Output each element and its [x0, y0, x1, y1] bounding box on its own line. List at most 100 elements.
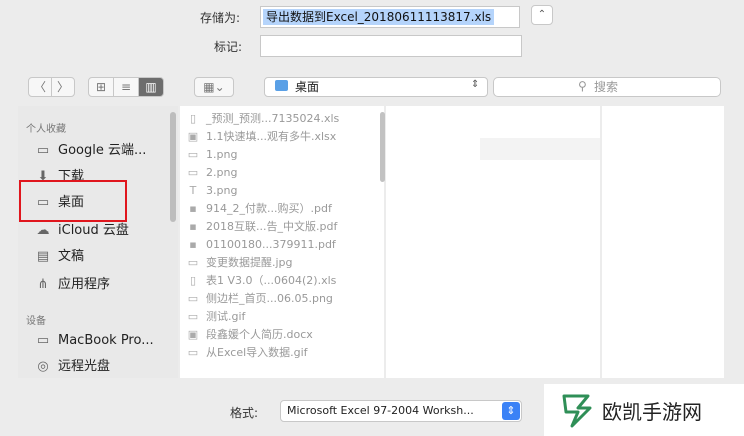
file-name: 2.png [206, 166, 238, 179]
sidebar-item-remote-disc[interactable]: ◎ 远程光盘 [34, 356, 110, 378]
documents-icon: ▤ [36, 249, 50, 264]
back-button[interactable]: 〈 [28, 77, 52, 97]
text-icon: T [189, 184, 197, 197]
list-item[interactable]: ▭ 变更数据提醒.jpg [186, 254, 293, 272]
sidebar-item-label: 文稿 [58, 249, 85, 264]
list-item[interactable]: ▭ 测试.gif [186, 308, 246, 326]
location-popup[interactable]: 桌面 ⇕ [264, 77, 488, 97]
image-icon: ▭ [187, 310, 199, 323]
list-view-button[interactable]: ≡ [113, 77, 139, 97]
filename-text: 导出数据到Excel_20180611113817.xls [263, 9, 495, 25]
laptop-icon: ▭ [36, 333, 50, 348]
image-icon: ▭ [187, 346, 199, 359]
search-input[interactable]: ⚲ 搜索 [493, 77, 721, 97]
format-label: 格式: [230, 406, 259, 420]
watermark-text: 欧凯手游网 [602, 400, 702, 424]
sidebar-item-label: MacBook Pro... [58, 333, 154, 348]
pdf-icon: ▪ [189, 202, 197, 215]
chevron-left-icon: 〈 [33, 80, 46, 94]
file-name: 1.1快速填...观有多牛.xlsx [206, 130, 337, 143]
grid-icon: ⊞ [95, 80, 107, 94]
doc-icon: ▯ [189, 274, 197, 287]
tags-input[interactable] [260, 35, 522, 57]
updown-icon: ⇕ [471, 79, 480, 90]
location-label: 桌面 [295, 80, 320, 94]
sidebar-item-applications[interactable]: ⋔ 应用程序 [34, 274, 110, 296]
sidebar-scrollbar[interactable] [170, 112, 176, 222]
watermark-logo-icon [562, 394, 592, 428]
watermark: 欧凯手游网 [544, 384, 744, 436]
excel-icon: ▣ [187, 130, 199, 143]
word-icon: ▣ [187, 328, 199, 341]
list-item[interactable]: ▯ 表1 V3.0（...0604(2).xls [186, 272, 336, 290]
list-item[interactable]: ▪ 914_2_付款...购买）.pdf [186, 200, 332, 218]
file-name: 1.png [206, 148, 238, 161]
image-icon: ▭ [187, 148, 199, 161]
list-item[interactable]: ▭ 2.png [186, 164, 238, 182]
devices-header: 设备 [26, 316, 46, 327]
sidebar-item-label: iCloud 云盘 [58, 223, 129, 238]
sidebar-item-documents[interactable]: ▤ 文稿 [34, 246, 84, 268]
folder-icon [275, 80, 288, 91]
pdf-icon: ▪ [189, 220, 197, 233]
applications-icon: ⋔ [37, 277, 49, 292]
image-icon: ▭ [187, 292, 199, 305]
image-icon: ▭ [187, 166, 199, 179]
file-name: 3.png [206, 184, 238, 197]
list-item[interactable]: ▣ 段鑫媛个人简历.docx [186, 326, 313, 344]
arrange-menu-button[interactable]: ▦⌄ [194, 77, 234, 97]
tags-label: 标记: [214, 40, 243, 54]
search-placeholder: 搜索 [594, 80, 619, 94]
file-list-scrollbar[interactable] [380, 112, 385, 182]
sidebar-item-macbook[interactable]: ▭ MacBook Pro... [34, 330, 154, 352]
column-view-button[interactable]: ▥ [138, 77, 164, 97]
chevron-right-icon: 〉 [56, 80, 69, 94]
file-name: 2018互联...告_中文版.pdf [206, 220, 338, 233]
sidebar-item-label: Google 云端... [58, 143, 147, 158]
file-name: 段鑫媛个人简历.docx [206, 328, 313, 341]
sidebar-item-label: 远程光盘 [58, 359, 111, 374]
sidebar-item-icloud[interactable]: ☁ iCloud 云盘 [34, 220, 129, 242]
file-name: 测试.gif [206, 310, 246, 323]
list-icon: ≡ [120, 80, 132, 94]
doc-icon: ▯ [189, 112, 197, 125]
search-icon: ⚲ [578, 79, 587, 93]
list-item[interactable]: ▭ 1.png [186, 146, 238, 164]
file-name: 侧边栏_首页...06.05.png [206, 292, 333, 305]
list-item[interactable]: ▪ 01100180...379911.pdf [186, 236, 336, 254]
format-select[interactable]: Microsoft Excel 97-2004 Worksh... [280, 400, 522, 422]
file-name: _预测_预测...7135024.xls [206, 112, 340, 125]
file-name: 01100180...379911.pdf [206, 238, 336, 251]
sidebar: 个人收藏 ▭ Google 云端... ⬇ 下载 ▭ 桌面 ☁ iCloud 云盘 ▤ 文… [18, 106, 178, 378]
folder-icon: ▭ [36, 143, 50, 158]
chevron-up-icon: ⌃ [537, 9, 547, 20]
list-item[interactable]: ▪ 2018互联...告_中文版.pdf [186, 218, 337, 236]
desktop-highlight-box [19, 180, 127, 222]
filename-input[interactable]: 导出数据到Excel_20180611113817.xls [260, 6, 520, 28]
list-item[interactable]: T 3.png [186, 182, 238, 200]
updown-icon[interactable]: ⇕ [502, 402, 520, 420]
cloud-icon: ☁ [36, 223, 50, 238]
columns-icon: ▥ [145, 80, 157, 94]
sidebar-item-label: 应用程序 [58, 277, 111, 292]
sidebar-item-google-drive[interactable]: ▭ Google 云端... [34, 140, 147, 162]
file-name: 从Excel导入数据.gif [206, 346, 308, 359]
column-two-row [480, 138, 600, 160]
disc-icon: ◎ [37, 359, 49, 374]
save-as-label: 存储为: [200, 11, 241, 25]
file-name: 表1 V3.0（...0604(2).xls [206, 274, 337, 287]
list-item[interactable]: ▯ _预测_预测...7135024.xls [186, 110, 339, 128]
expand-dialog-button[interactable]: ⌃ [531, 5, 553, 25]
column-three [602, 106, 724, 378]
list-item[interactable]: ▭ 从Excel导入数据.gif [186, 344, 308, 362]
list-item[interactable]: ▭ 侧边栏_首页...06.05.png [186, 290, 333, 308]
file-name: 变更数据提醒.jpg [206, 256, 293, 269]
format-value: Microsoft Excel 97-2004 Worksh... [287, 404, 474, 417]
image-icon: ▭ [187, 256, 199, 269]
list-item[interactable]: ▣ 1.1快速填...观有多牛.xlsx [186, 128, 337, 146]
file-name: 914_2_付款...购买）.pdf [206, 202, 332, 215]
forward-button[interactable]: 〉 [51, 77, 75, 97]
stepper-glyph: ⇕ [506, 404, 516, 417]
pdf-icon: ▪ [189, 238, 197, 251]
icon-view-button[interactable]: ⊞ [88, 77, 114, 97]
